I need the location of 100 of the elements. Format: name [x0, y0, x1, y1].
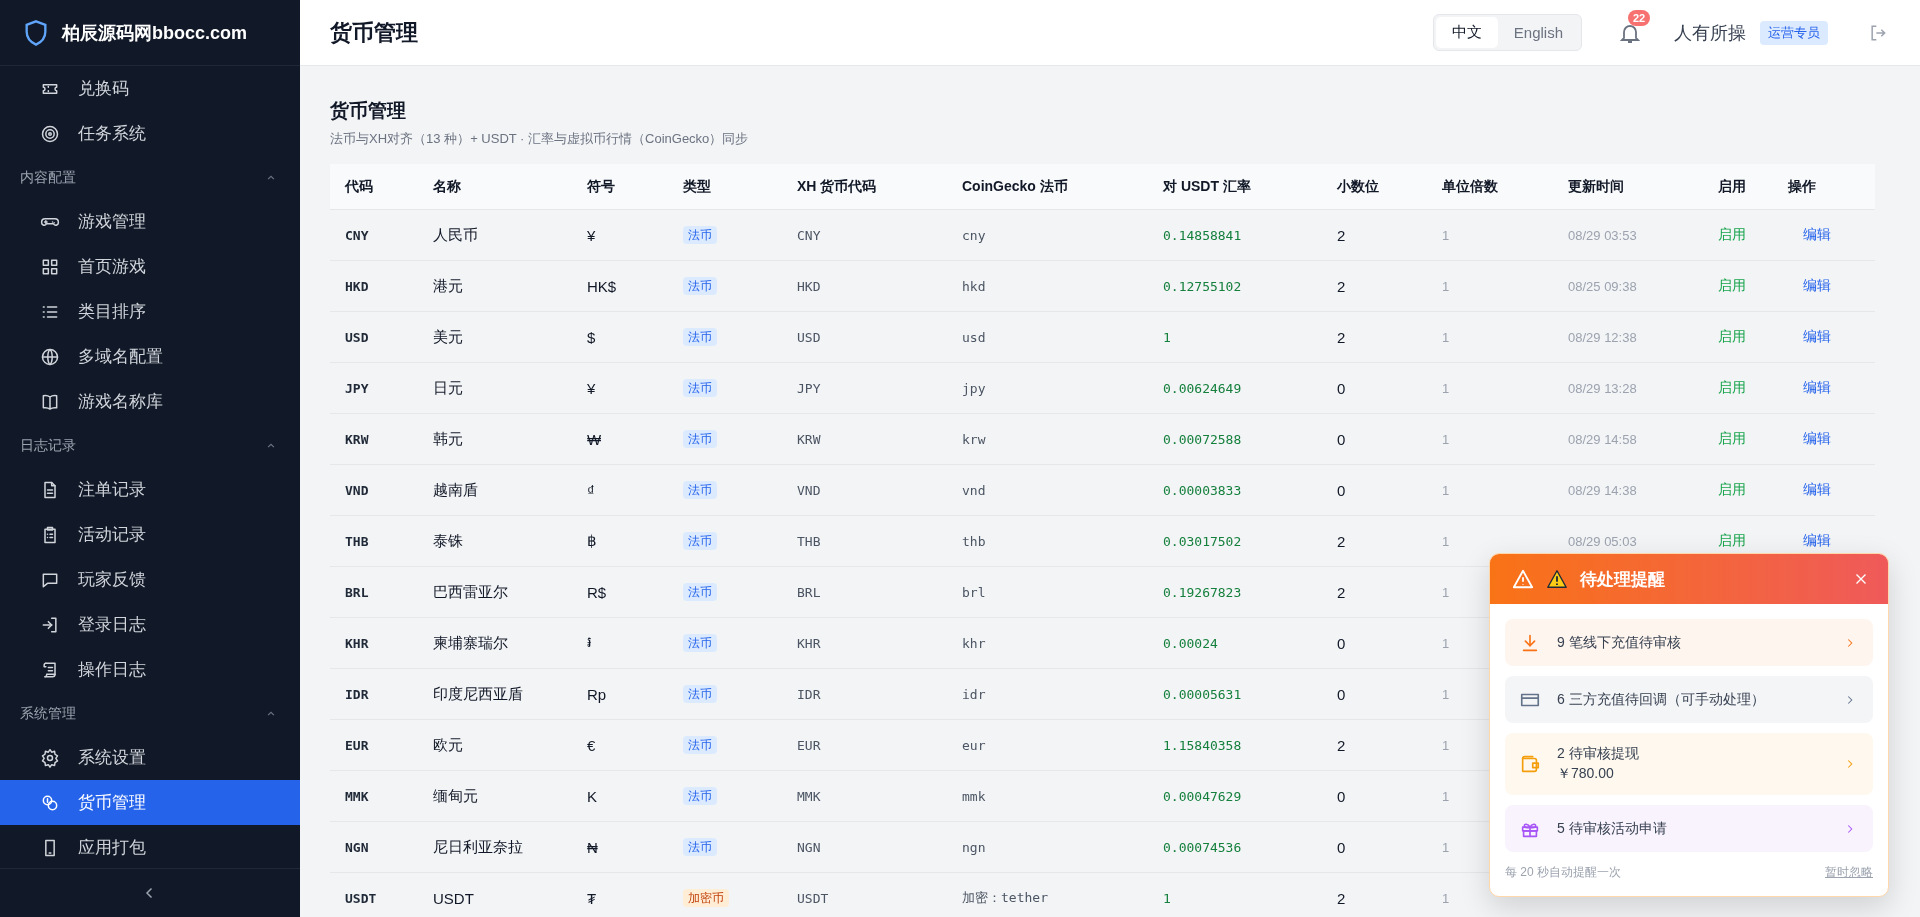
table-cell: 韩元	[433, 429, 463, 449]
table-cell: 1	[1442, 890, 1450, 906]
sidebar-item[interactable]: 游戏名称库	[0, 379, 300, 424]
table-cell: 0.12755102	[1163, 278, 1242, 294]
sidebar-item[interactable]: 兑换码	[0, 66, 300, 111]
table-cell: 1	[1442, 482, 1450, 498]
type-tag: 法币	[683, 379, 717, 397]
table-cell: brl	[962, 584, 986, 600]
table-cell: 1	[1442, 686, 1450, 702]
table-cell: mmk	[962, 788, 986, 804]
table-cell: 越南盾	[433, 480, 478, 500]
sidebar-item[interactable]: 活动记录	[0, 512, 300, 557]
table-cell-text: IDR	[344, 686, 369, 702]
table-cell: NGN	[797, 839, 821, 855]
table-cell: KRW	[797, 431, 821, 447]
column-header: 符号	[587, 177, 615, 196]
edit-link[interactable]: 编辑	[1803, 226, 1831, 242]
column-header: CoinGecko 法币	[962, 177, 1068, 196]
table-cell: 1	[1442, 329, 1450, 345]
table-cell: 2	[1337, 889, 1346, 907]
table-cell: 08/25 09:38	[1568, 279, 1637, 294]
table-cell-text: VND	[344, 482, 369, 498]
type-tag: 法币	[683, 736, 717, 754]
sidebar-item[interactable]: 类目排序	[0, 289, 300, 334]
table-cell: IDR	[797, 686, 821, 702]
gear-icon	[40, 747, 60, 768]
table-cell: 2	[1337, 226, 1346, 244]
table-cell: 2	[1337, 277, 1346, 295]
sidebar-item[interactable]: 任务系统	[0, 111, 300, 156]
target-icon	[40, 123, 60, 144]
table-cell: MMK	[797, 788, 821, 804]
status-text: 启用	[1718, 430, 1746, 446]
sidebar-item[interactable]: 系统设置	[0, 735, 300, 780]
sidebar-item[interactable]: 游戏管理	[0, 199, 300, 244]
reminder-item[interactable]: 2 待审核提现 ￥780.00	[1505, 733, 1873, 795]
table-cell: 1	[1442, 839, 1450, 855]
section-header[interactable]: 日志记录	[0, 424, 300, 467]
sidebar-item[interactable]: 首页游戏	[0, 244, 300, 289]
type-tag: 法币	[683, 583, 717, 601]
table-cell: ₦	[587, 838, 598, 856]
reminder-item[interactable]: 6 三方充值待回调（可手动处理）	[1505, 676, 1873, 723]
table-cell: EUR	[797, 737, 821, 753]
column-header: 启用	[1718, 177, 1746, 196]
table-cell: USDT	[797, 890, 829, 906]
table-cell: Rp	[587, 685, 607, 703]
sidebar-item[interactable]: 登录日志	[0, 602, 300, 647]
reminder-text: 9 笔线下充值待审核	[1557, 633, 1682, 652]
table-cell: 1	[1442, 533, 1450, 549]
edit-link[interactable]: 编辑	[1803, 379, 1831, 395]
edit-link[interactable]: 编辑	[1803, 277, 1831, 293]
table-cell: 加密：tether	[962, 889, 1048, 907]
table-cell: thb	[962, 533, 986, 549]
table-cell: idr	[962, 686, 986, 702]
table-cell: 日元	[433, 378, 463, 398]
edit-link[interactable]: 编辑	[1803, 430, 1831, 446]
table-cell: usd	[962, 329, 986, 345]
edit-link[interactable]: 编辑	[1803, 532, 1831, 548]
sidebar-item[interactable]: 应用打包	[0, 825, 300, 868]
table-cell: 人民币	[433, 225, 478, 245]
section-header[interactable]: 系统管理	[0, 692, 300, 735]
sidebar-item[interactable]: 注单记录	[0, 467, 300, 512]
reminder-item[interactable]: 5 待审核活动申请	[1505, 805, 1873, 852]
table-cell: KHR	[797, 635, 821, 651]
reminder-text: 2 待审核提现	[1557, 745, 1640, 763]
table-cell: 0.00072588	[1163, 431, 1242, 447]
table-cell-text: JPY	[344, 380, 369, 396]
type-tag: 法币	[683, 685, 717, 703]
table-cell-text: THB	[344, 533, 369, 549]
edit-link[interactable]: 编辑	[1803, 481, 1831, 497]
status-text: 启用	[1718, 481, 1746, 497]
table-cell: 1	[1442, 737, 1450, 753]
table-cell: hkd	[962, 278, 986, 294]
table-cell: 1	[1442, 227, 1450, 243]
language-option[interactable]: English	[1497, 17, 1579, 48]
language-option[interactable]: 中文	[1435, 17, 1498, 48]
reminder-interval-text: 每 20 秒自动提醒一次	[1505, 864, 1621, 881]
table-cell: 美元	[433, 327, 463, 347]
table-cell: 08/29 03:53	[1568, 228, 1637, 243]
table-cell: ฿	[587, 532, 597, 550]
page-subtitle: 法币与XH对齐（13 种）+ USDT · 汇率与虚拟币行情（CoinGecko）同步	[330, 130, 750, 148]
type-tag: 法币	[683, 532, 717, 550]
reminder-item[interactable]: 9 笔线下充值待审核	[1505, 619, 1873, 666]
edit-link[interactable]: 编辑	[1803, 328, 1831, 344]
table-cell-text: HKD	[344, 278, 369, 294]
page-header-title: 货币管理	[330, 18, 418, 47]
table-cell: 柬埔寨瑞尔	[433, 633, 508, 653]
table-cell: 1	[1163, 890, 1171, 906]
status-text: 启用	[1718, 379, 1746, 395]
sidebar-item[interactable]: 货币管理	[0, 780, 300, 825]
globe-icon	[40, 346, 60, 367]
table-cell: cny	[962, 227, 986, 243]
sidebar-item[interactable]: 玩家反馈	[0, 557, 300, 602]
table-cell: 0	[1337, 634, 1346, 652]
table-cell: 0	[1337, 787, 1346, 805]
table-cell: 1	[1442, 584, 1450, 600]
table-cell: 0.14858841	[1163, 227, 1242, 243]
sidebar-item[interactable]: 多域名配置	[0, 334, 300, 379]
page-title: 货币管理	[330, 99, 407, 123]
section-header[interactable]: 内容配置	[0, 156, 300, 199]
sidebar-item[interactable]: 操作日志	[0, 647, 300, 692]
